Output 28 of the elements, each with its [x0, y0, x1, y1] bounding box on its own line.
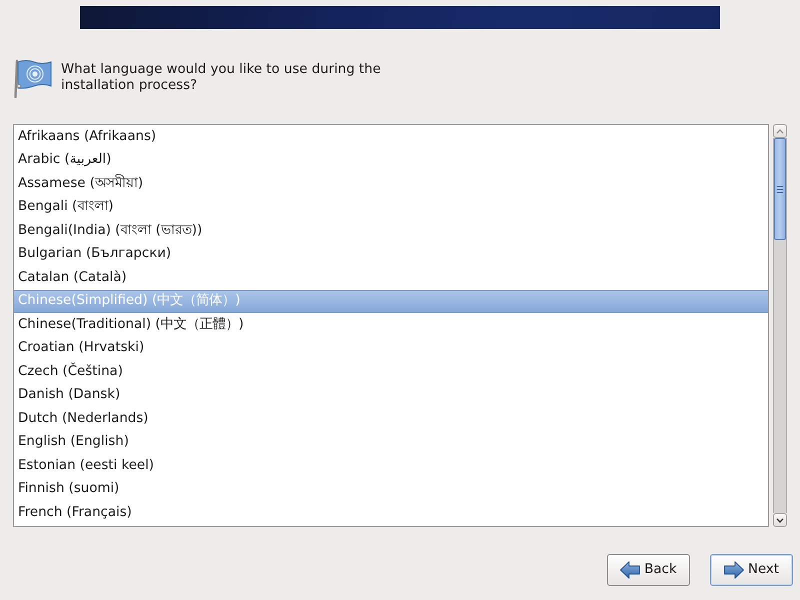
right-arrow-icon [724, 561, 744, 579]
language-item[interactable]: English (English) [14, 430, 768, 454]
language-item[interactable]: Czech (Čeština) [14, 360, 768, 384]
language-item[interactable]: Croatian (Hrvatski) [14, 336, 768, 360]
scroll-down-button[interactable] [773, 513, 787, 527]
language-item[interactable]: Bengali(India) (বাংলা (ভারত)) [14, 219, 768, 242]
flag-icon [12, 58, 52, 98]
language-item[interactable]: Bulgarian (Български) [14, 242, 768, 266]
language-item[interactable]: French (Français) [14, 501, 768, 524]
next-button[interactable]: Next [710, 554, 793, 586]
language-item[interactable]: Bengali (বাংলা) [14, 196, 768, 219]
language-item[interactable]: Arabic (العربية) [14, 148, 768, 172]
scrollbar-thumb[interactable] [774, 138, 786, 240]
grip-icon [777, 186, 783, 192]
question-text: What language would you like to use during the installation process? [61, 62, 382, 94]
chevron-down-icon [776, 518, 784, 522]
scroll-up-button[interactable] [773, 124, 787, 138]
language-item[interactable]: Estonian (eesti keel) [14, 454, 768, 478]
left-arrow-icon [620, 561, 640, 579]
language-item[interactable]: Afrikaans (Afrikaans) [14, 125, 768, 148]
language-item[interactable]: Danish (Dansk) [14, 384, 768, 407]
language-item[interactable]: Catalan (Català) [14, 266, 768, 290]
language-item[interactable]: Assamese (অসমীয়া) [14, 172, 768, 196]
back-button[interactable]: Back [607, 554, 690, 586]
language-item[interactable]: Dutch (Nederlands) [14, 407, 768, 430]
language-item[interactable]: Finnish (suomi) [14, 478, 768, 501]
chevron-up-icon [776, 128, 784, 134]
language-item[interactable]: Chinese(Traditional) (中文（正體）) [14, 313, 768, 336]
